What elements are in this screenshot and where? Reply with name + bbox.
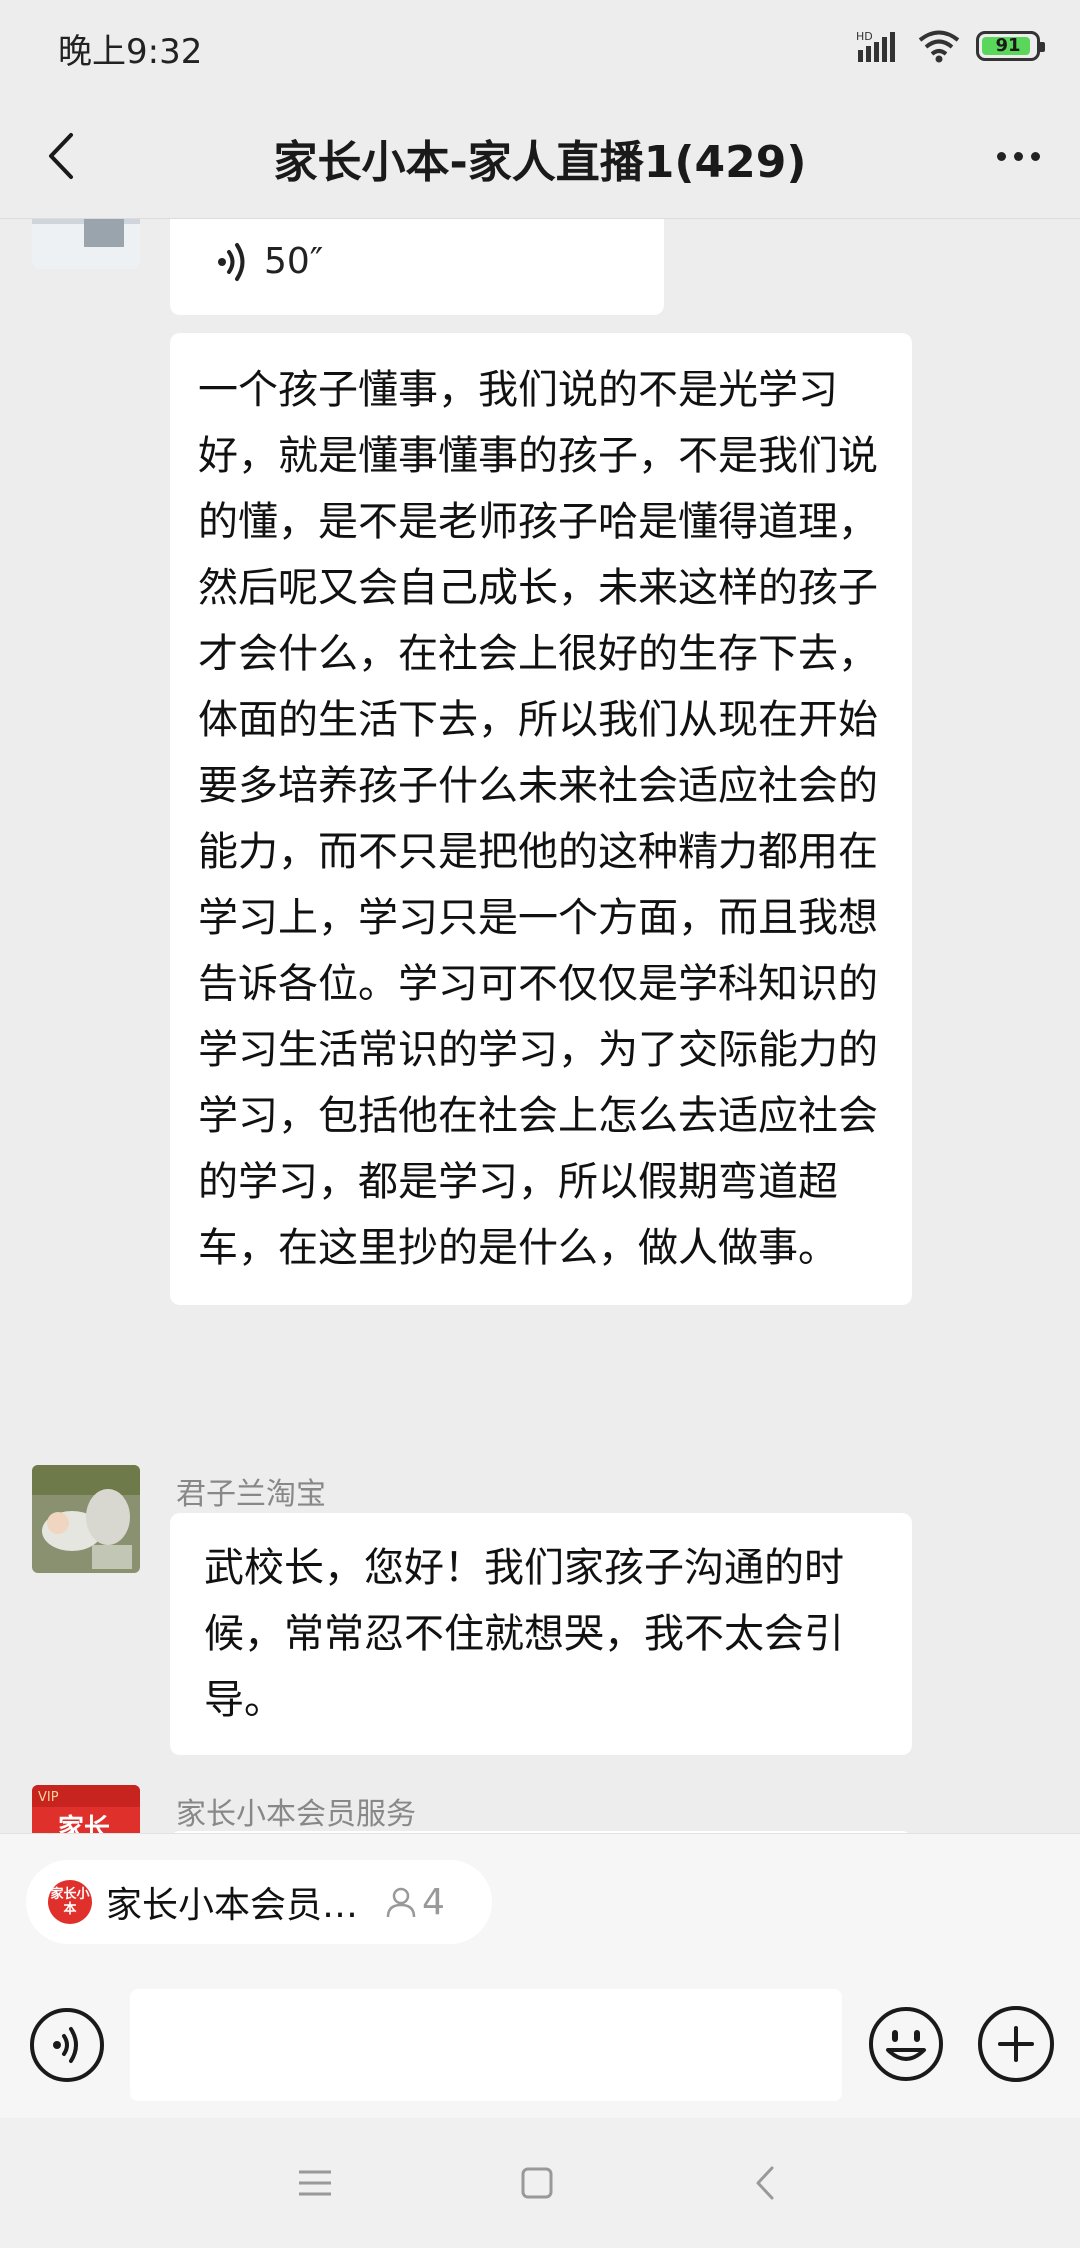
message-list[interactable]: 50″ 一个孩子懂事，我们说的不是光学习好，就是懂事懂事的孩子，不是我们说的懂，…	[0, 219, 1080, 1833]
more-icon	[996, 151, 1006, 161]
message-input[interactable]	[130, 1989, 842, 2101]
signal-icon: HD	[856, 30, 895, 62]
service-chip[interactable]: 家长小本 家长小本会员… 4	[26, 1860, 492, 1944]
message-text: 一个孩子懂事，我们说的不是光学习好，就是懂事懂事的孩子，不是我们说的懂，是不是老…	[198, 367, 878, 1271]
voice-icon	[53, 2027, 78, 2063]
service-chip-label: 家长小本会员…	[106, 1885, 359, 1926]
battery-icon: 91	[976, 31, 1045, 61]
plus-icon	[998, 2026, 1034, 2062]
nav-home-button[interactable]	[512, 2158, 562, 2208]
member-count-value: 4	[422, 1881, 445, 1923]
voice-duration: 50″	[264, 241, 324, 282]
status-bar: 晚上9:32 HD 91	[0, 0, 1080, 96]
sender-name: 君子兰淘宝	[176, 1477, 326, 1512]
input-panel: 家长小本 家长小本会员… 4	[0, 1833, 1080, 2119]
battery-level: 91	[995, 35, 1021, 56]
nav-back-button[interactable]	[740, 2158, 790, 2208]
wifi-icon	[918, 30, 960, 63]
chat-header: 家长小本-家人直播1(429)	[0, 96, 1080, 219]
network-type-label: HD	[856, 30, 873, 43]
status-time: 晚上9:32	[58, 32, 203, 72]
more-options-button[interactable]	[986, 124, 1050, 188]
voice-wave-icon	[218, 242, 245, 281]
back-button[interactable]	[30, 124, 94, 188]
message-bubble[interactable]: 一个孩子懂事，我们说的不是光学习好，就是懂事懂事的孩子，不是我们说的懂，是不是老…	[170, 333, 912, 1305]
voice-input-button[interactable]	[30, 2008, 104, 2082]
status-icons: HD 91	[854, 26, 1045, 66]
emoji-icon	[869, 2007, 943, 2081]
chevron-left-icon	[49, 133, 73, 179]
message-bubble[interactable]: 武校长，您好！我们家孩子沟通的时候，常常忍不住就想哭，我不太会引导。	[170, 1513, 912, 1755]
sender-name: 家长小本会员服务	[176, 1797, 416, 1832]
triangle-back-icon	[756, 2166, 774, 2200]
member-count: 4	[384, 1882, 445, 1923]
system-nav-bar	[0, 2118, 1080, 2248]
message-text: 武校长，您好！我们家孩子沟通的时候，常常忍不住就想哭，我不太会引导。	[204, 1545, 844, 1723]
voice-message-content: 50″	[216, 241, 323, 282]
chat-title: 家长小本-家人直播1(429)	[273, 137, 807, 188]
avatar-text: 家长	[58, 1813, 111, 1833]
emoji-button[interactable]	[868, 2006, 944, 2082]
avatar[interactable]	[32, 1465, 140, 1573]
avatar[interactable]: VIP 家长	[32, 1785, 140, 1833]
avatar-badge: VIP	[38, 1790, 59, 1805]
more-actions-button[interactable]	[978, 2006, 1054, 2082]
menu-icon	[299, 2170, 331, 2196]
voice-message[interactable]: 50″	[170, 219, 664, 315]
service-logo: 家长小本	[48, 1880, 92, 1924]
avatar[interactable]	[32, 219, 140, 269]
person-icon	[386, 1887, 416, 1918]
home-square-icon	[521, 2167, 553, 2199]
nav-menu-button[interactable]	[290, 2158, 340, 2208]
